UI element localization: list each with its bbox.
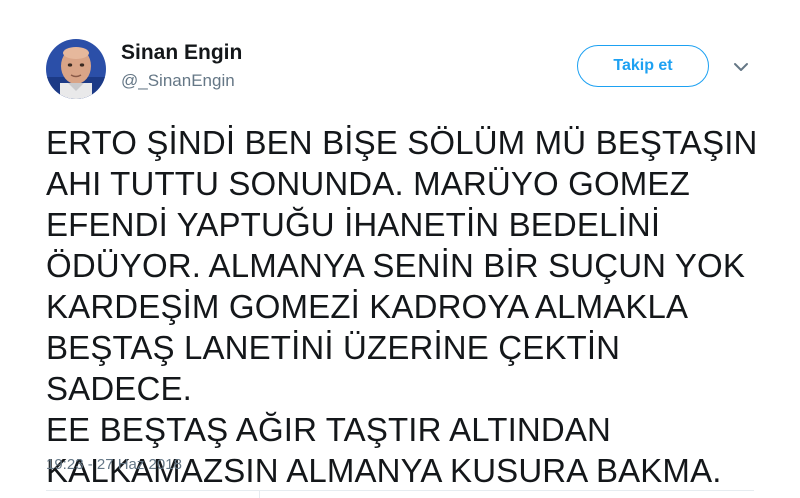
tweet-card: Sinan Engin @_SinanEngin Takip et ERTO Ş… <box>0 0 800 498</box>
author-display-name[interactable]: Sinan Engin <box>121 41 242 65</box>
author-handle[interactable]: @_SinanEngin <box>121 71 235 91</box>
follow-button[interactable]: Takip et <box>577 45 709 87</box>
divider <box>259 490 260 498</box>
tweet-timestamp[interactable]: 19:23 - 27 Haz 2018 <box>46 456 182 473</box>
tweet-text: ERTO ŞİNDİ BEN BİŞE SÖLÜM MÜ BEŞTAŞIN AH… <box>46 124 758 489</box>
avatar[interactable] <box>46 39 106 99</box>
divider <box>46 490 754 491</box>
avatar-image <box>46 39 106 99</box>
chevron-down-icon[interactable] <box>733 60 749 72</box>
